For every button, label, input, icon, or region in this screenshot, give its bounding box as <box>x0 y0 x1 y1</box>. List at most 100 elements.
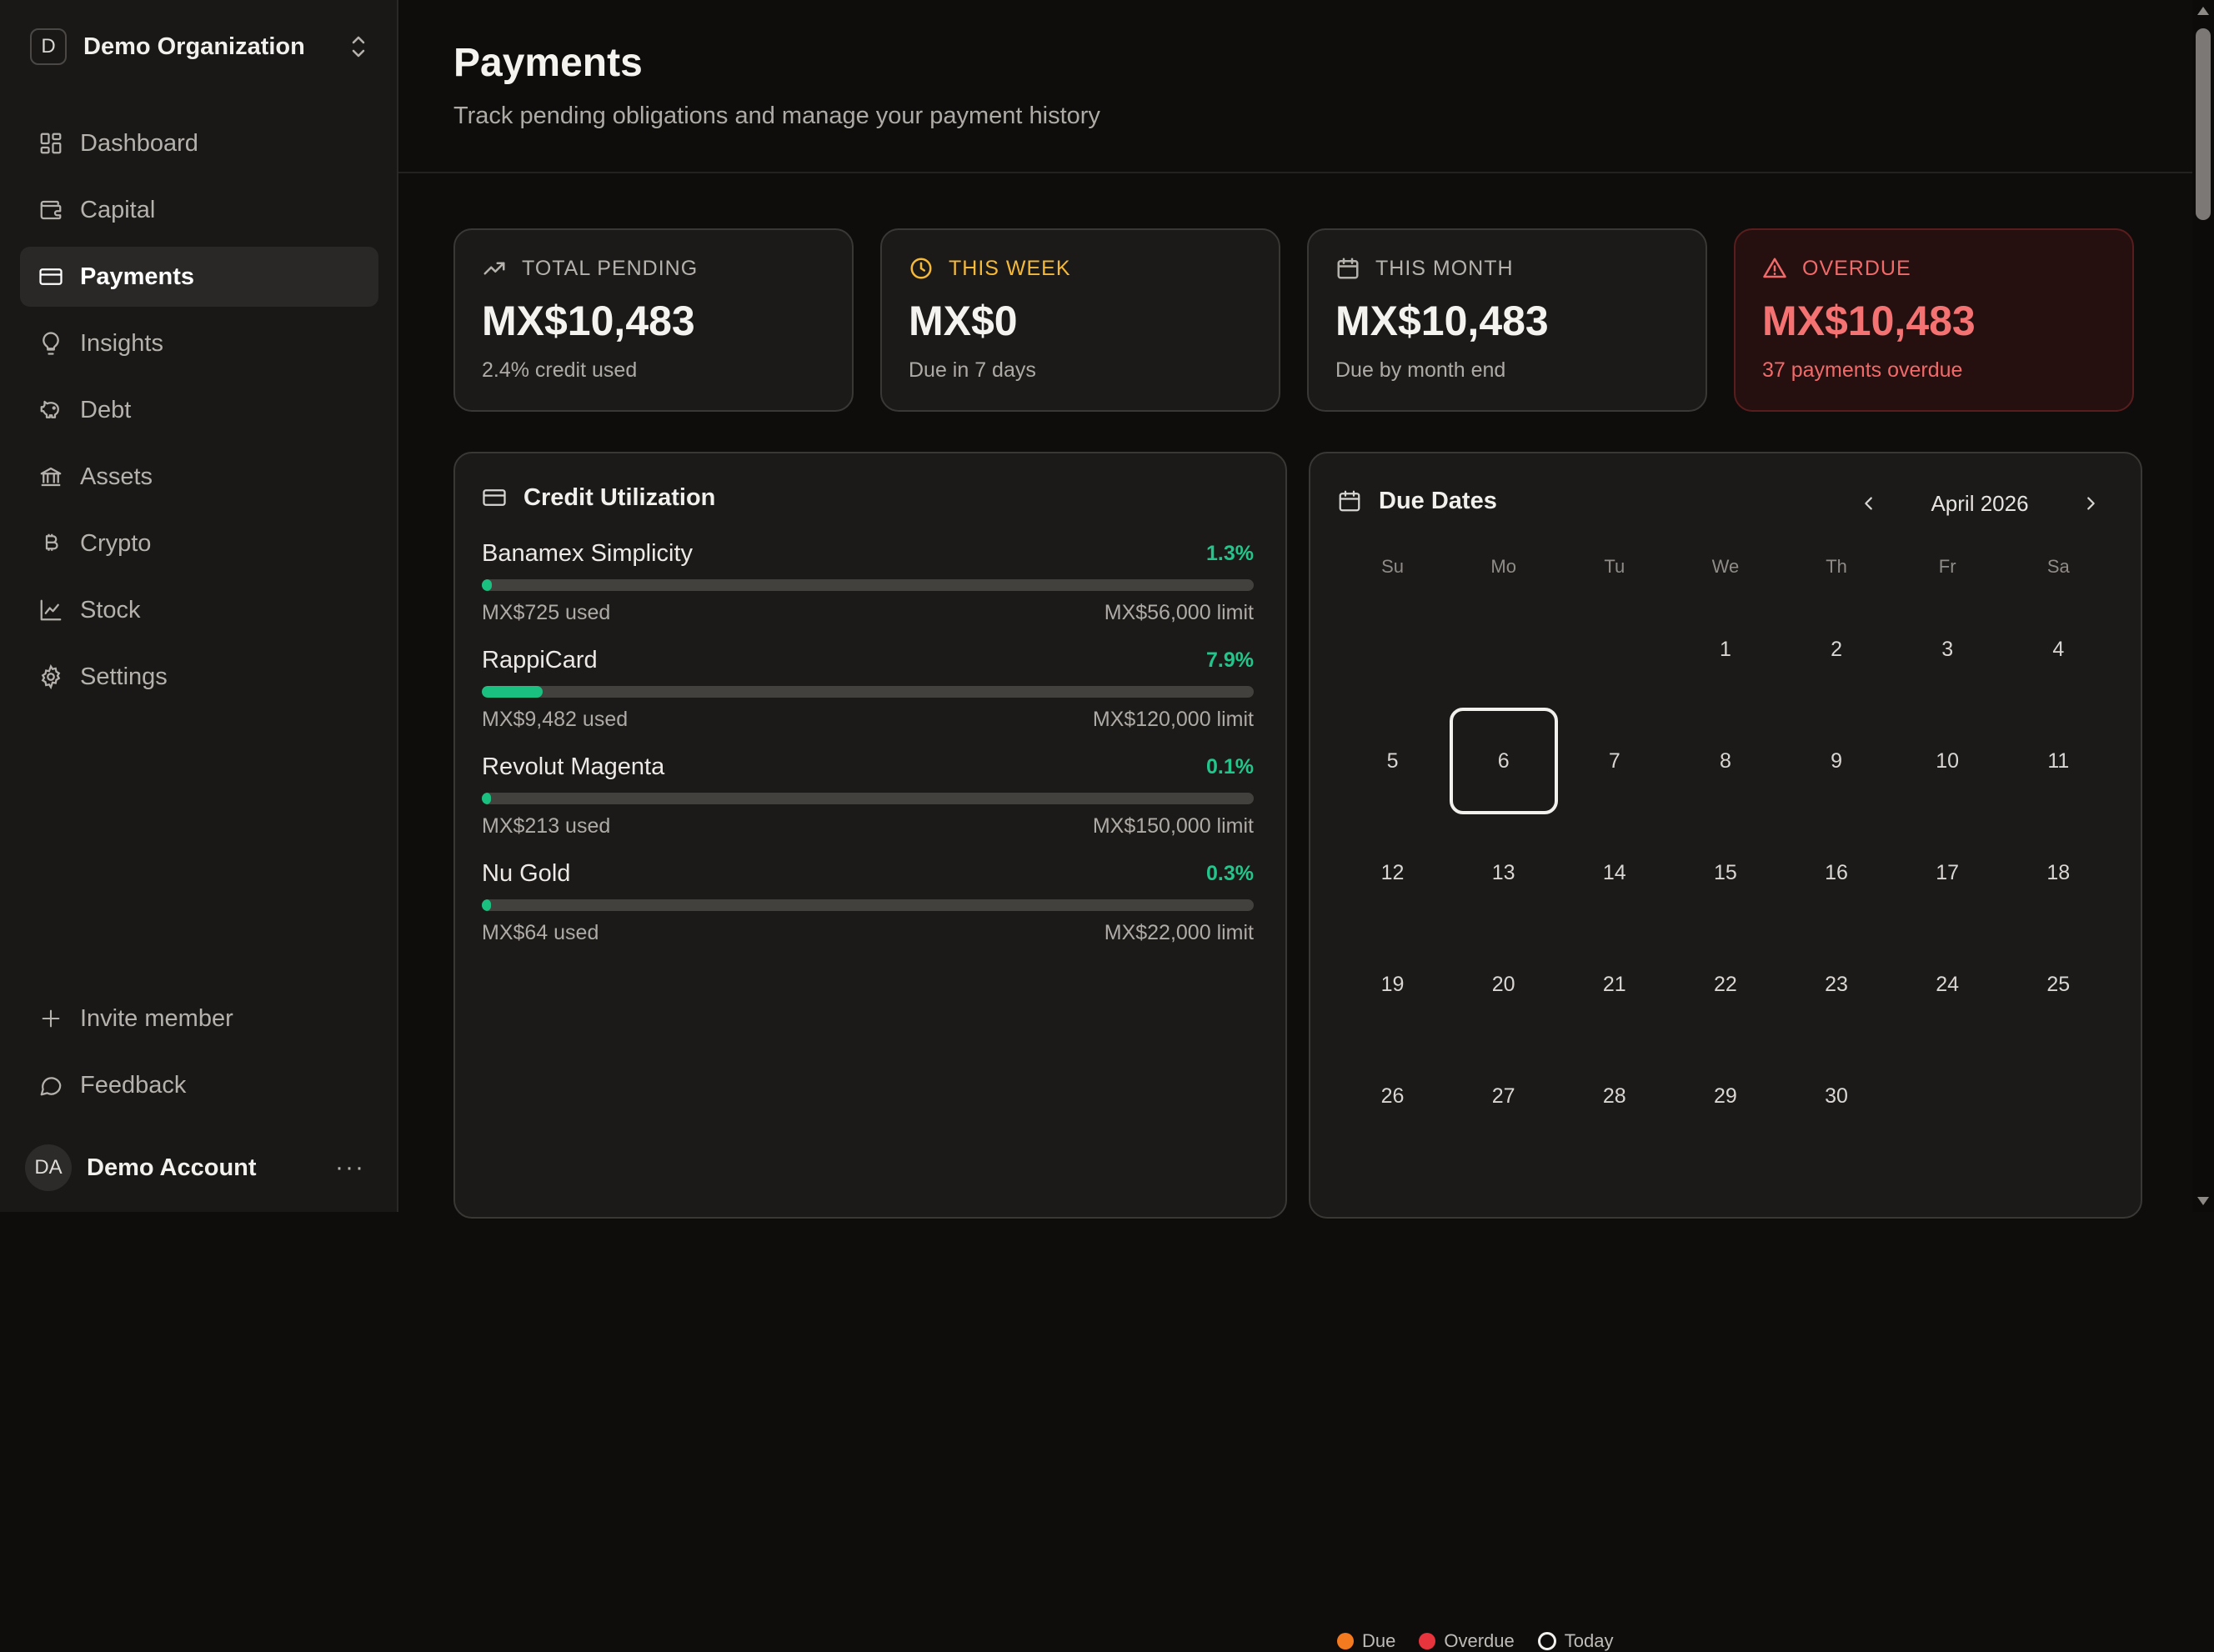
more-options-icon[interactable]: ··· <box>335 1154 365 1182</box>
weekday-label: Su <box>1381 556 1405 577</box>
sidebar-item-settings[interactable]: Settings <box>20 647 378 707</box>
day-number: 2 <box>1831 637 1843 661</box>
used-amount: MX$725 used <box>482 601 611 624</box>
scroll-up-arrow[interactable] <box>2197 7 2209 15</box>
utilization-percent: 7.9% <box>1206 648 1254 672</box>
today-ring <box>1537 1632 1556 1650</box>
calendar-day[interactable]: 10 <box>1892 705 2003 817</box>
calendar-day[interactable]: 5 <box>1337 705 1448 817</box>
sidebar-item-dashboard[interactable]: Dashboard <box>20 113 378 173</box>
calendar-day[interactable]: 13 <box>1448 817 1559 929</box>
calendar-day[interactable]: 29 <box>1670 1040 1781 1152</box>
sidebar-item-label: Insights <box>80 329 163 357</box>
sidebar-item-assets[interactable]: Assets <box>20 447 378 507</box>
scroll-down-arrow[interactable] <box>2197 1197 2209 1205</box>
calendar-day[interactable]: 26 <box>1337 1040 1448 1152</box>
credit-card-list: Banamex Simplicity 1.3% MX$725 used MX$56,… <box>482 540 1254 967</box>
utilization-bar <box>482 686 1254 698</box>
calendar-day[interactable]: 11 <box>2003 705 2114 817</box>
empty-day <box>1448 593 1559 705</box>
calendar-day[interactable]: 12 <box>1337 817 1448 929</box>
utilization-bar <box>482 899 1254 911</box>
calendar-day[interactable]: 7 <box>1559 705 1670 817</box>
feedback-button[interactable]: Feedback <box>20 1055 378 1115</box>
calendar-day[interactable]: 17 <box>1892 817 2003 929</box>
sidebar-item-label: Settings <box>80 663 168 690</box>
calendar-day[interactable]: 25 <box>2003 929 2114 1040</box>
alert-triangle-icon <box>1762 255 1789 282</box>
calendar-day[interactable]: 22 <box>1670 929 1781 1040</box>
plus-icon <box>37 1004 65 1033</box>
credit-limit: MX$56,000 limit <box>1104 601 1254 624</box>
day-number: 13 <box>1491 860 1515 884</box>
card-label: TOTAL PENDING <box>482 255 825 282</box>
credit-card-icon <box>482 483 510 512</box>
this-week-label: THIS WEEK <box>949 256 1071 280</box>
calendar-day[interactable]: 4 <box>2003 593 2114 705</box>
calendar-day[interactable]: 28 <box>1559 1040 1670 1152</box>
sidebar-item-stock[interactable]: Stock <box>20 580 378 640</box>
calendar-day[interactable]: 14 <box>1559 817 1670 929</box>
org-switcher[interactable]: D Demo Organization <box>30 27 370 67</box>
this-month-card: THIS MONTH MX$10,483 Due by month end <box>1307 228 1707 412</box>
calendar-day[interactable]: 9 <box>1781 705 1892 817</box>
invite-member-label: Invite member <box>80 1004 233 1032</box>
invite-member-button[interactable]: Invite member <box>20 989 378 1049</box>
credit-limit: MX$22,000 limit <box>1104 921 1254 944</box>
prev-month-button[interactable] <box>1852 487 1886 520</box>
sidebar-item-insights[interactable]: Insights <box>20 313 378 373</box>
card-label: THIS MONTH <box>1335 255 1679 282</box>
calendar-day[interactable]: 15 <box>1670 817 1781 929</box>
sidebar-item-label: Capital <box>80 196 156 223</box>
org-avatar: D <box>30 28 67 65</box>
sidebar-item-label: Crypto <box>80 529 152 557</box>
trending-up-icon <box>482 255 508 282</box>
calendar-day[interactable]: 23 <box>1781 929 1892 1040</box>
day-number: 24 <box>1936 972 1960 996</box>
account-menu[interactable]: DA Demo Account ··· <box>25 1144 365 1192</box>
day-number: 9 <box>1831 748 1843 773</box>
this-month-value: MX$10,483 <box>1335 298 1549 344</box>
calendar-day[interactable]: 1 <box>1670 593 1781 705</box>
calendar-day[interactable]: 19 <box>1337 929 1448 1040</box>
utilization-bar-fill <box>482 686 543 698</box>
calendar-day[interactable]: 27 <box>1448 1040 1559 1152</box>
credit-limit: MX$150,000 limit <box>1092 814 1254 838</box>
scrollbar[interactable] <box>2192 0 2214 1212</box>
total-pending-card: TOTAL PENDING MX$10,483 2.4% credit used <box>453 228 854 412</box>
calendar-day[interactable]: 3 <box>1892 593 2003 705</box>
day-number: 4 <box>2052 637 2065 661</box>
calendar-day[interactable]: 16 <box>1781 817 1892 929</box>
day-number: 16 <box>1825 860 1848 884</box>
scroll-thumb[interactable] <box>2196 28 2211 220</box>
month-label: April 2026 <box>1931 490 2029 516</box>
sidebar-item-debt[interactable]: Debt <box>20 380 378 440</box>
overdue-sub: 37 payments overdue <box>1762 358 1963 382</box>
this-month-sub: Due by month end <box>1335 358 1506 382</box>
sidebar-item-crypto[interactable]: Crypto <box>20 513 378 573</box>
sidebar-item-capital[interactable]: Capital <box>20 180 378 240</box>
clock-icon <box>909 255 935 282</box>
calendar-day[interactable]: 30 <box>1781 1040 1892 1152</box>
calendar-day[interactable]: 20 <box>1448 929 1559 1040</box>
calendar-day[interactable]: 24 <box>1892 929 2003 1040</box>
page-title: Payments <box>453 41 643 85</box>
sidebar-item-label: Payments <box>80 263 195 290</box>
overdue-value: MX$10,483 <box>1762 298 1976 344</box>
next-month-button[interactable] <box>2074 487 2107 520</box>
chevron-up-down-icon[interactable] <box>347 30 370 63</box>
legend-label: Overdue <box>1444 1630 1515 1651</box>
this-week-card: THIS WEEK MX$0 Due in 7 days <box>880 228 1280 412</box>
day-number: 25 <box>2046 972 2071 996</box>
calendar-day[interactable]: 2 <box>1781 593 1892 705</box>
weekday-label: Mo <box>1490 556 1516 577</box>
utilization-bar <box>482 579 1254 591</box>
credit-utilization-title: Credit Utilization <box>482 483 715 512</box>
calendar-day-today[interactable]: 6 <box>1448 705 1559 817</box>
calendar-day[interactable]: 21 <box>1559 929 1670 1040</box>
calendar-day[interactable]: 18 <box>2003 817 2114 929</box>
calendar-day[interactable]: 8 <box>1670 705 1781 817</box>
sidebar-item-payments[interactable]: Payments <box>20 247 378 307</box>
due-dates-title: Due Dates <box>1337 487 1497 515</box>
day-number: 23 <box>1825 972 1848 996</box>
